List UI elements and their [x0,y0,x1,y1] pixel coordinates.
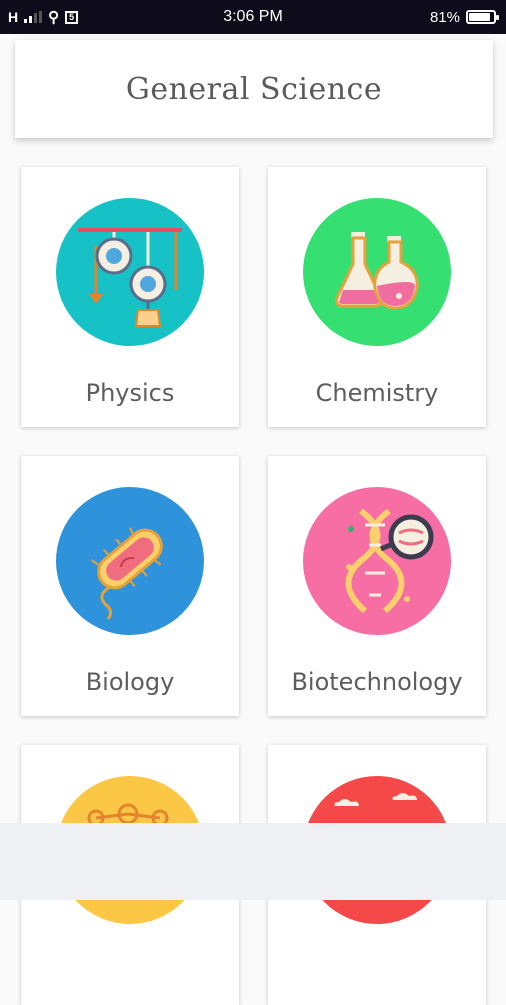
dna-magnifier-icon [303,487,451,635]
category-label: Chemistry [315,379,439,407]
pulley-icon [56,198,204,346]
flasks-icon [303,198,451,346]
bottom-banner-area [0,823,506,900]
bacteria-icon [56,487,204,635]
category-grid: Physics Chemistry Biology Biotechnology [0,0,506,1005]
category-label: Biotechnology [291,668,463,696]
category-label: Physics [85,379,175,407]
category-card-physics[interactable]: Physics [21,167,239,427]
category-card-biology[interactable]: Biology [21,456,239,716]
category-card-biotechnology[interactable]: Biotechnology [268,456,486,716]
category-label: Biology [85,668,175,696]
category-card-chemistry[interactable]: Chemistry [268,167,486,427]
